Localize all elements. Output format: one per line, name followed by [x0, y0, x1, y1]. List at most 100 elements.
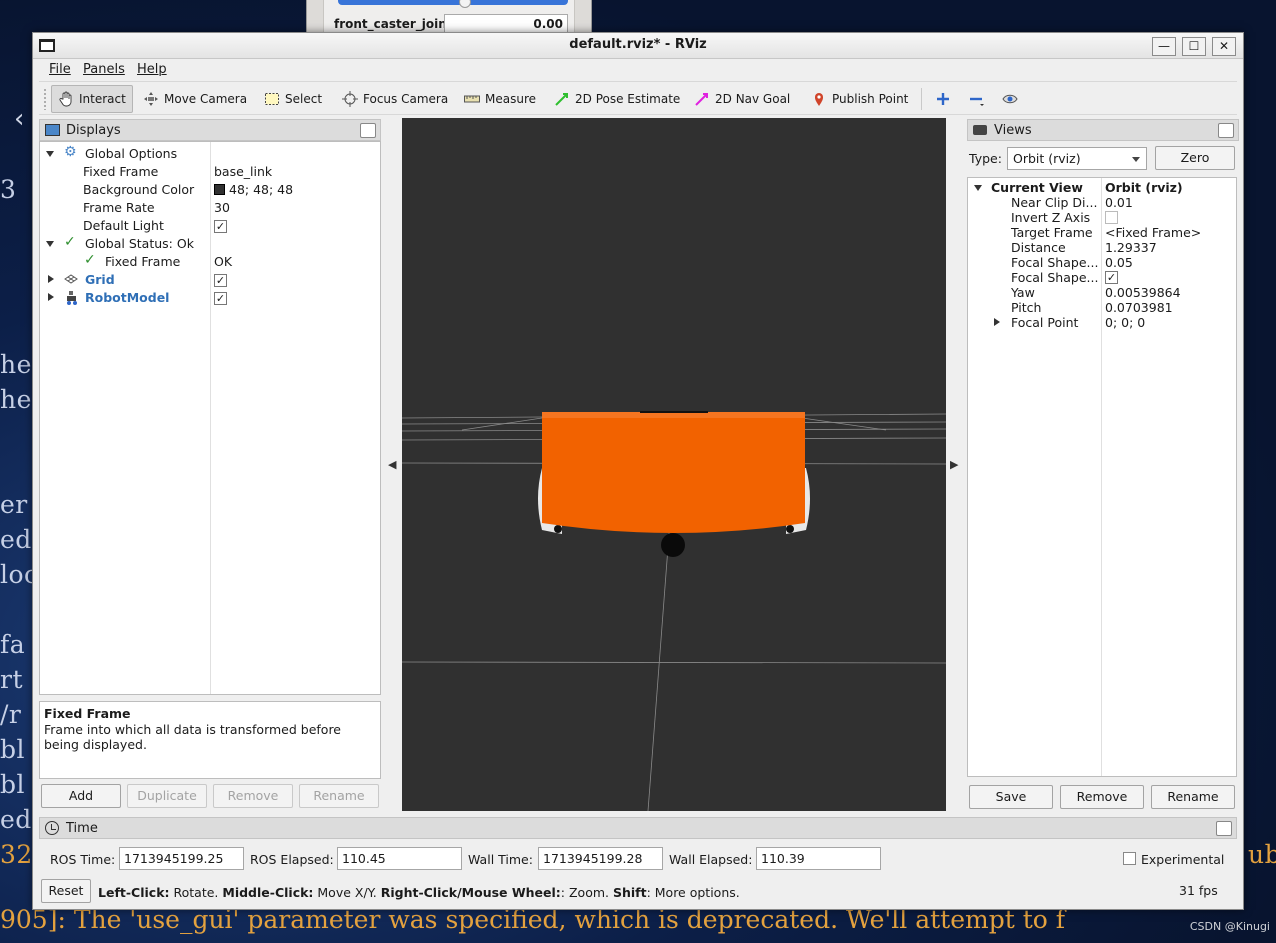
frame-rate-value[interactable]: 30 [214, 200, 230, 215]
nav-goal-label: 2D Nav Goal [715, 92, 791, 106]
magenta-arrow-icon [694, 91, 710, 107]
render-viewport[interactable] [402, 118, 946, 811]
measure-label: Measure [485, 92, 536, 106]
chevron-left-icon[interactable]: ‹ [14, 104, 24, 134]
focal-shape-checkbox[interactable]: ✓ [1105, 271, 1118, 284]
select-icon [264, 91, 280, 107]
collapse-right-arrow-icon[interactable]: ▶ [950, 458, 958, 471]
panel-close-button[interactable] [1216, 821, 1232, 836]
color-swatch [214, 184, 225, 195]
reset-button[interactable]: Reset [41, 879, 91, 903]
tree-row-robot-model[interactable]: RobotModel ✓ [40, 289, 380, 307]
move-camera-tool-button[interactable]: Move Camera [137, 85, 253, 113]
view-prop-row[interactable]: Focal Point 0; 0; 0 [968, 315, 1236, 330]
default-light-checkbox[interactable]: ✓ [214, 220, 227, 233]
add-display-button[interactable]: Add [41, 784, 121, 808]
view-options-tool-button[interactable] [996, 85, 1029, 113]
view-prop-value[interactable]: 0.01 [1105, 195, 1133, 210]
minimize-button[interactable]: — [1152, 37, 1176, 56]
view-prop-value[interactable]: 1.29337 [1105, 240, 1157, 255]
view-prop-row[interactable]: Yaw 0.00539864 [968, 285, 1236, 300]
select-tool-button[interactable]: Select [258, 85, 328, 113]
views-tree[interactable]: Current View Orbit (rviz) Near Clip Di..… [967, 177, 1237, 777]
expand-arrow-icon[interactable] [974, 185, 982, 191]
wall-elapsed-field[interactable]: 110.39 [756, 847, 881, 870]
panel-close-button[interactable] [360, 123, 376, 138]
toolbar-grip[interactable] [43, 88, 47, 110]
pose-estimate-tool-button[interactable]: 2D Pose Estimate [548, 85, 686, 113]
tree-row-fixed-frame[interactable]: Fixed Frame base_link [40, 163, 380, 181]
robot-model-checkbox[interactable]: ✓ [214, 292, 227, 305]
close-button[interactable]: ✕ [1212, 37, 1236, 56]
fixed-frame-value[interactable]: base_link [214, 164, 272, 179]
remove-tool-button[interactable] [962, 85, 995, 113]
view-prop-row[interactable]: Distance 1.29337 [968, 240, 1236, 255]
frame-rate-label: Frame Rate [83, 200, 155, 215]
grid-checkbox[interactable]: ✓ [214, 274, 227, 287]
background-color-value[interactable]: 48; 48; 48 [214, 182, 293, 197]
ros-time-field[interactable]: 1713945199.25 [119, 847, 244, 870]
nav-goal-tool-button[interactable]: 2D Nav Goal [688, 85, 796, 113]
view-prop-row[interactable]: Pitch 0.0703981 [968, 300, 1236, 315]
tree-row-background-color[interactable]: Background Color 48; 48; 48 [40, 181, 380, 199]
view-prop-row[interactable]: Target Frame <Fixed Frame> [968, 225, 1236, 240]
remove-display-button[interactable]: Remove [213, 784, 293, 808]
focus-camera-tool-button[interactable]: Focus Camera [336, 85, 454, 113]
view-prop-row[interactable]: Near Clip Di... 0.01 [968, 195, 1236, 210]
tree-row-frame-rate[interactable]: Frame Rate 30 [40, 199, 380, 217]
joint-slider-handle[interactable] [458, 0, 471, 8]
title-bar[interactable]: default.rviz* - RViz — ☐ ✕ [33, 33, 1243, 59]
invert-z-checkbox[interactable] [1105, 211, 1118, 224]
watermark: CSDN @Kinugi [1189, 920, 1270, 933]
joint-slider-track[interactable] [338, 0, 568, 5]
collapsed-arrow-icon[interactable] [48, 293, 54, 301]
ros-elapsed-field[interactable]: 110.45 [337, 847, 462, 870]
joint-value-field[interactable]: 0.00 [444, 14, 568, 34]
measure-tool-button[interactable]: Measure [458, 85, 542, 113]
save-view-button[interactable]: Save [969, 785, 1053, 809]
wall-time-field[interactable]: 1713945199.28 [538, 847, 663, 870]
view-prop-value[interactable]: <Fixed Frame> [1105, 225, 1201, 240]
remove-view-button[interactable]: Remove [1060, 785, 1144, 809]
collapsed-arrow-icon[interactable] [994, 318, 1000, 326]
rename-display-button[interactable]: Rename [299, 784, 379, 808]
zero-button[interactable]: Zero [1155, 146, 1235, 170]
displays-panel-header[interactable]: Displays [39, 119, 381, 141]
publish-point-tool-button[interactable]: Publish Point [805, 85, 914, 113]
menu-panels[interactable]: Panels [83, 62, 125, 77]
interact-tool-button[interactable]: Interact [51, 85, 133, 113]
view-prop-value[interactable]: 0.0703981 [1105, 300, 1173, 315]
rename-view-button[interactable]: Rename [1151, 785, 1235, 809]
view-prop-label: Target Frame [1011, 225, 1093, 240]
view-prop-value[interactable]: 0; 0; 0 [1105, 315, 1145, 330]
expand-arrow-icon[interactable] [46, 241, 54, 247]
duplicate-display-button[interactable]: Duplicate [127, 784, 207, 808]
view-type-select[interactable]: Orbit (rviz) [1007, 147, 1147, 170]
view-prop-value[interactable]: 0.05 [1105, 255, 1133, 270]
tree-row-grid[interactable]: Grid ✓ [40, 271, 380, 289]
status-ok-icon: ✓ [64, 234, 76, 250]
tree-row-default-light[interactable]: Default Light ✓ [40, 217, 380, 235]
tree-row-status-fixed-frame[interactable]: ✓ Fixed Frame OK [40, 252, 380, 271]
tree-row-current-view[interactable]: Current View Orbit (rviz) [968, 180, 1236, 195]
time-panel-header[interactable]: Time [39, 817, 1237, 839]
scene-canvas[interactable] [402, 118, 946, 811]
displays-tree[interactable]: ⚙ Global Options Fixed Frame base_link B… [39, 141, 381, 695]
view-prop-row[interactable]: Invert Z Axis [968, 210, 1236, 225]
view-prop-row[interactable]: Focal Shape... ✓ [968, 270, 1236, 285]
view-prop-value[interactable]: 0.00539864 [1105, 285, 1181, 300]
menu-file[interactable]: File [49, 62, 71, 77]
experimental-checkbox[interactable] [1123, 852, 1136, 865]
menu-help[interactable]: Help [137, 62, 167, 77]
add-tool-button[interactable] [929, 85, 962, 113]
tree-row-global-options[interactable]: ⚙ Global Options [40, 144, 380, 163]
panel-close-button[interactable] [1218, 123, 1234, 138]
collapse-left-arrow-icon[interactable]: ◀ [388, 458, 396, 471]
expand-arrow-icon[interactable] [46, 151, 54, 157]
views-panel-header[interactable]: Views [967, 119, 1239, 141]
joint-label: front_caster_joint [334, 17, 453, 31]
tree-row-global-status[interactable]: ✓ Global Status: Ok [40, 234, 380, 253]
collapsed-arrow-icon[interactable] [48, 275, 54, 283]
maximize-button[interactable]: ☐ [1182, 37, 1206, 56]
view-prop-row[interactable]: Focal Shape... 0.05 [968, 255, 1236, 270]
